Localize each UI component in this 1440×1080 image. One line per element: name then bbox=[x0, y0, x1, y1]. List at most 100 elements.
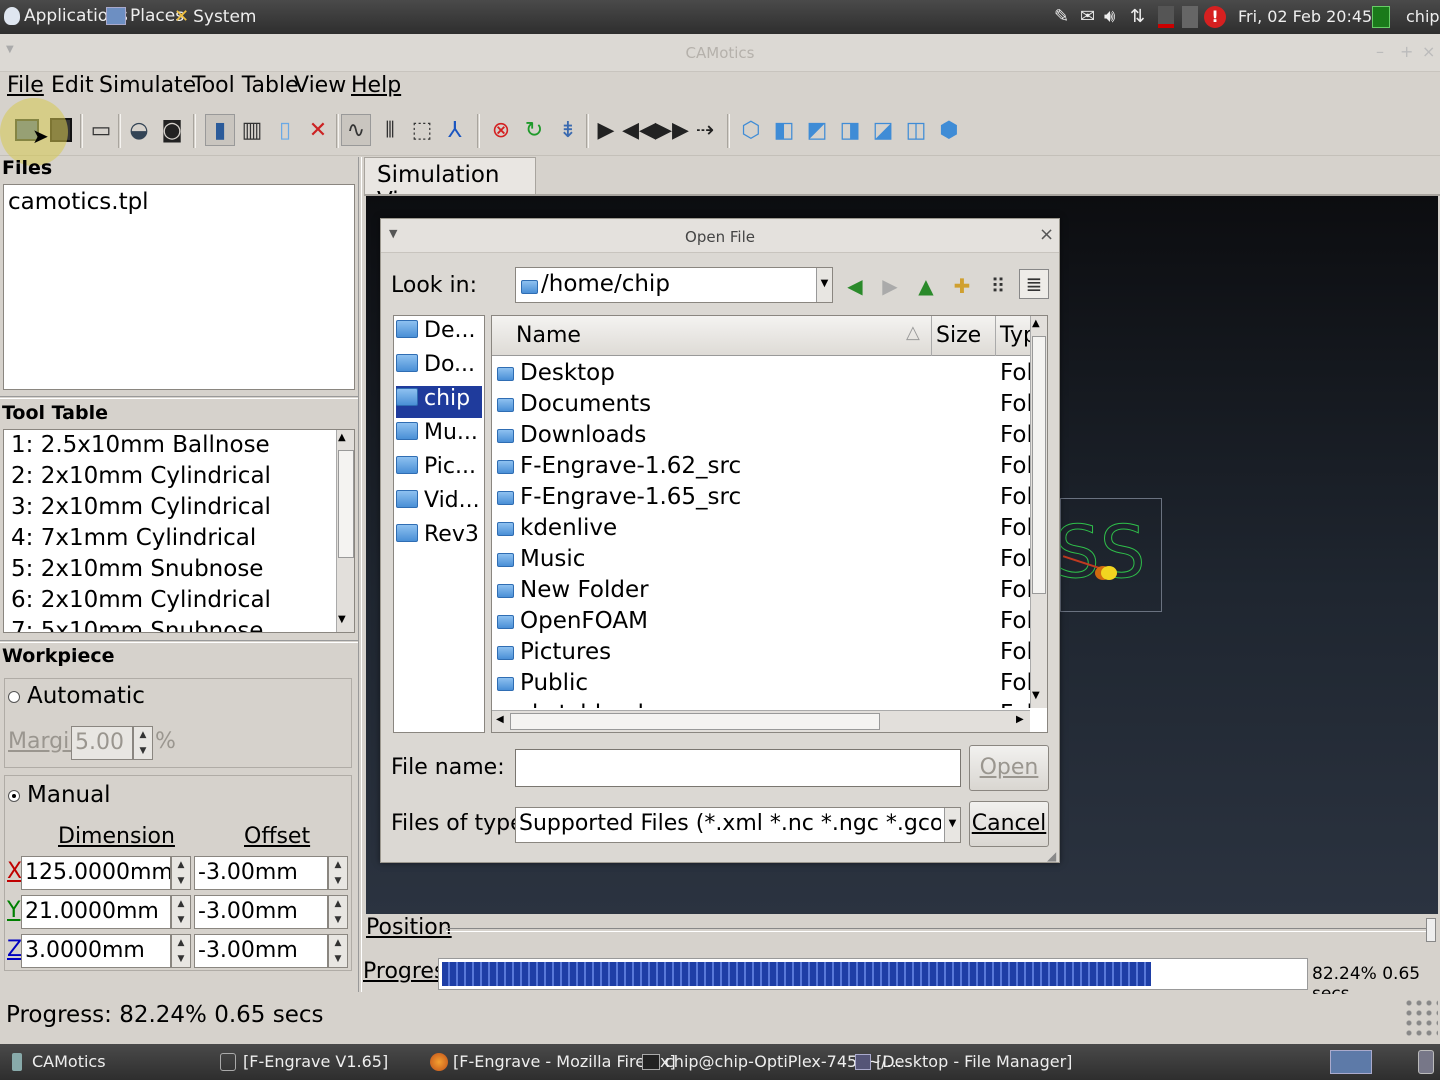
y-offset-input[interactable]: -3.00mm bbox=[194, 895, 328, 929]
minimize-icon[interactable]: – bbox=[1376, 42, 1384, 61]
user-icon[interactable]: ◙ bbox=[157, 114, 187, 146]
sidebar-item-desktop[interactable]: De... bbox=[396, 318, 482, 350]
tool-table-scrollbar[interactable]: ▲ ▼ bbox=[336, 430, 354, 632]
sidebar-item-rev3[interactable]: Rev3 bbox=[396, 522, 482, 554]
x-offset-stepper[interactable]: ▲ ▼ bbox=[328, 856, 348, 890]
scroll-thumb[interactable] bbox=[338, 450, 354, 558]
scroll-thumb[interactable] bbox=[1032, 336, 1046, 594]
scroll-up-icon[interactable]: ▲ bbox=[338, 432, 346, 443]
path-icon[interactable]: ∿ bbox=[341, 114, 371, 146]
sidebar-item-videos[interactable]: Vid... bbox=[396, 488, 482, 520]
file-row[interactable]: PublicFolc bbox=[497, 668, 1030, 699]
task-file-manager[interactable]: [Desktop - File Manager] bbox=[876, 1052, 1072, 1071]
back-icon[interactable]: ◀ bbox=[840, 271, 870, 301]
trash-icon[interactable] bbox=[1418, 1050, 1434, 1074]
tool-item[interactable]: 4: 7x1mm Cylindrical bbox=[11, 525, 256, 551]
y-dimension-stepper[interactable]: ▲ ▼ bbox=[171, 895, 191, 929]
volume-icon[interactable]: 🔊︎ bbox=[1104, 6, 1126, 28]
manual-radio[interactable] bbox=[8, 790, 20, 802]
alert-icon[interactable]: ! bbox=[1204, 6, 1226, 28]
file-row[interactable]: sketchbookFol bbox=[497, 699, 1030, 708]
sidebar-item-pictures[interactable]: Pic... bbox=[396, 454, 482, 486]
z-offset-stepper[interactable]: ▲ ▼ bbox=[328, 934, 348, 968]
file-item[interactable]: camotics.tpl bbox=[8, 189, 149, 215]
run-icon[interactable]: ⇟ bbox=[553, 114, 583, 146]
dock-vertical-splitter[interactable] bbox=[358, 157, 362, 992]
column-divider[interactable] bbox=[931, 316, 932, 356]
menu-help[interactable]: Help bbox=[351, 73, 401, 98]
file-list-vscrollbar[interactable]: ▲ ▼ bbox=[1030, 316, 1047, 708]
tab-simulation-view[interactable]: Simulation View bbox=[364, 157, 536, 214]
open-button[interactable]: Open bbox=[969, 745, 1049, 791]
dock-splitter[interactable] bbox=[0, 396, 358, 399]
sidebar-item-documents[interactable]: Do... bbox=[396, 352, 482, 384]
scroll-left-icon[interactable]: ◀ bbox=[496, 714, 504, 725]
stop-icon[interactable]: ⊗ bbox=[486, 114, 516, 146]
column-divider[interactable] bbox=[995, 316, 996, 356]
play-icon[interactable]: ▶ bbox=[591, 114, 621, 146]
dock-splitter[interactable] bbox=[0, 640, 358, 643]
view-top-icon[interactable]: ◩ bbox=[802, 114, 832, 146]
file-row[interactable]: DownloadsFolc bbox=[497, 420, 1030, 451]
chevron-down-icon[interactable]: ▼ bbox=[944, 808, 960, 842]
surface-icon[interactable]: ▯ bbox=[270, 114, 300, 146]
parent-folder-icon[interactable]: ▲ bbox=[911, 271, 941, 301]
rewind-icon[interactable]: ◀◀ bbox=[622, 114, 656, 146]
z-dimension-input[interactable]: 3.0000mm bbox=[21, 934, 171, 968]
bbox-icon[interactable]: ⬚ bbox=[407, 114, 437, 146]
tool-item[interactable]: 7: 5x10mm Snubnose bbox=[11, 618, 263, 632]
user-name[interactable]: chip bbox=[1406, 7, 1440, 26]
scroll-down-icon[interactable]: ▼ bbox=[1032, 690, 1040, 701]
export-icon[interactable]: ▭ bbox=[86, 114, 116, 146]
notes-icon[interactable]: ✎ bbox=[1054, 6, 1076, 28]
file-row[interactable]: kdenliveFolc bbox=[497, 513, 1030, 544]
workspace-switcher[interactable] bbox=[1330, 1050, 1372, 1074]
margin-input[interactable]: 5.00 bbox=[71, 726, 133, 760]
menu-simulate[interactable]: Simulate bbox=[99, 73, 196, 98]
new-folder-icon[interactable]: ✚ bbox=[947, 271, 977, 301]
list-view-icon[interactable]: ⠿ bbox=[983, 271, 1013, 301]
file-row[interactable]: F-Engrave-1.62_srcFolc bbox=[497, 451, 1030, 482]
reload-icon[interactable]: ↻ bbox=[519, 114, 549, 146]
file-row[interactable]: F-Engrave-1.65_srcFolc bbox=[497, 482, 1030, 513]
view-back-icon[interactable]: ◫ bbox=[901, 114, 931, 146]
files-of-type-combo[interactable]: Supported Files (*.xml *.nc *.ngc *.gcod… bbox=[515, 807, 961, 843]
view-front-icon[interactable]: ◧ bbox=[769, 114, 799, 146]
fast-forward-icon[interactable]: ▶▶ bbox=[655, 114, 689, 146]
menu-view[interactable]: View bbox=[294, 73, 346, 98]
detail-view-icon[interactable]: ≣ bbox=[1019, 269, 1049, 299]
hscroll-thumb[interactable] bbox=[510, 713, 880, 730]
file-row[interactable]: DesktopFolc bbox=[497, 358, 1030, 389]
resize-grip-icon[interactable]: ◢ bbox=[1047, 849, 1056, 863]
file-row[interactable]: OpenFOAMFolc bbox=[497, 606, 1030, 637]
maximize-icon[interactable]: + bbox=[1400, 42, 1413, 61]
file-row[interactable]: New FolderFolc bbox=[497, 575, 1030, 606]
workpiece-icon[interactable]: ▥ bbox=[237, 114, 267, 146]
x-dimension-stepper[interactable]: ▲ ▼ bbox=[171, 856, 191, 890]
file-name-input[interactable] bbox=[515, 749, 961, 787]
cpu-monitor-icon[interactable] bbox=[1158, 6, 1174, 28]
menu-edit[interactable]: Edit bbox=[51, 73, 94, 98]
scroll-right-icon[interactable]: ▶ bbox=[1016, 714, 1024, 725]
view-iso-icon[interactable]: ⬡ bbox=[736, 114, 766, 146]
margin-stepper[interactable]: ▲ ▼ bbox=[133, 726, 153, 760]
system-menu[interactable]: ✕ System bbox=[174, 6, 257, 27]
z-offset-input[interactable]: -3.00mm bbox=[194, 934, 328, 968]
step-icon[interactable]: ⇢ bbox=[690, 114, 720, 146]
column-name[interactable]: Name bbox=[516, 323, 581, 348]
chevron-down-icon[interactable]: ▼ bbox=[816, 268, 832, 302]
files-list[interactable]: camotics.tpl bbox=[3, 184, 355, 390]
dialog-titlebar[interactable]: ▼ Open File × bbox=[381, 219, 1059, 253]
clock[interactable]: Fri, 02 Feb 20:45 bbox=[1238, 7, 1372, 26]
menu-tool-table[interactable]: Tool Table bbox=[192, 73, 299, 98]
task-camotics[interactable]: CAMotics bbox=[32, 1052, 106, 1071]
sidebar-item-music[interactable]: Mu... bbox=[396, 420, 482, 452]
tool-icon[interactable]: ▮ bbox=[205, 114, 235, 146]
window-titlebar[interactable]: ▼ CAMotics – + × bbox=[0, 34, 1440, 72]
tool-item[interactable]: 6: 2x10mm Cylindrical bbox=[11, 587, 271, 613]
tool-view-icon[interactable]: ◒ bbox=[124, 114, 154, 146]
mem-monitor-icon[interactable] bbox=[1182, 6, 1198, 28]
tool-item[interactable]: 5: 2x10mm Snubnose bbox=[11, 556, 263, 582]
mail-icon[interactable]: ✉ bbox=[1080, 6, 1102, 28]
scroll-down-icon[interactable]: ▼ bbox=[338, 614, 346, 625]
